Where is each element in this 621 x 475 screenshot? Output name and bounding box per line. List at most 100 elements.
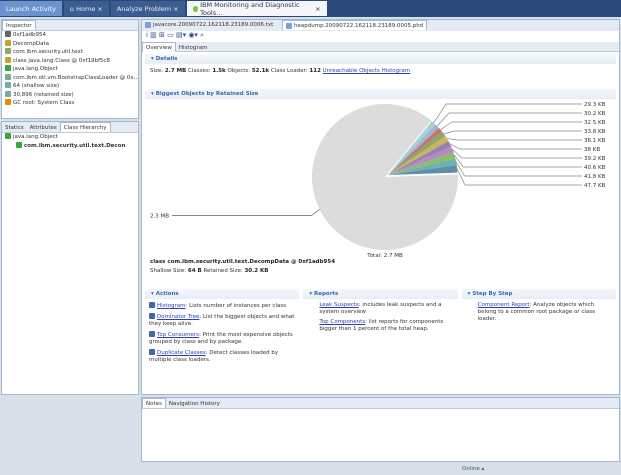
top-components-link[interactable]: Top Components	[319, 319, 365, 325]
tab-javacore[interactable]: javacore.20090722.162118.23189.0006.txt	[142, 20, 282, 30]
leader-line	[446, 138, 582, 141]
selected-object: class com.ibm.security.util.text.DecompD…	[150, 259, 336, 265]
actions-section: ▾ Actions Histogram: Lists number of inst…	[145, 289, 300, 370]
component-report-link[interactable]: Component Report	[478, 302, 530, 308]
link-item: Component Report: Analyze objects which …	[477, 302, 596, 322]
details-section-header[interactable]: ▾ Details	[145, 54, 616, 64]
dominator-tree-link[interactable]: Dominator Tree	[157, 314, 199, 320]
slice-label: 33.8 KB	[584, 129, 606, 135]
class-hierarchy-panel: Statics Attributes Class Hierarchy java.la…	[1, 121, 139, 395]
inspector-item[interactable]: 30,896 (retained size)	[2, 90, 138, 100]
tab-inspector[interactable]: Inspector	[2, 20, 36, 30]
step-header[interactable]: ▾ Step By Step	[461, 289, 616, 299]
inspector-item[interactable]: com.ibm.security.util.text	[2, 48, 138, 57]
toolbar: i ▥ ⊞ ▭ ▤▾ ◉▾ ⌕	[142, 31, 619, 42]
tab-navigation-history[interactable]: Navigation History	[166, 399, 223, 409]
top-consumers-link[interactable]: Top Consumers	[157, 332, 199, 338]
inspector-item[interactable]: 64 (shallow size)	[2, 82, 138, 91]
query-icon[interactable]: ◉▾	[188, 31, 200, 39]
leader-line	[172, 209, 320, 216]
report-icon[interactable]: ▤▾	[176, 31, 188, 39]
inspector-item[interactable]: class java.lang.Class @ 0xf19bf5c8	[2, 56, 138, 66]
inspector-panel: Inspector 0xf1adb954 DecompData com.ibm.se…	[1, 19, 139, 119]
slice-label: 40.6 KB	[584, 165, 606, 171]
unreachable-histogram-link[interactable]: Unreachable Objects Histogram	[323, 68, 411, 74]
action-icon	[149, 349, 155, 355]
sql-icon[interactable]: ▭	[167, 31, 176, 39]
item-icon	[5, 31, 11, 37]
histogram-link[interactable]: Histogram	[157, 303, 186, 309]
inspector-item[interactable]: 0xf1adb954	[2, 31, 138, 40]
item-icon	[5, 82, 11, 88]
class-icon	[5, 133, 11, 139]
action-icon	[149, 313, 155, 319]
action-icon	[149, 331, 155, 337]
link-item: Leak Suspects: includes leak suspects an…	[319, 302, 442, 315]
notes-panel: Notes Navigation History	[141, 397, 620, 462]
pie-chart[interactable]: 2.3 MB 47.7 KB 41.8 KB 40.6 KB 39.2 KB 38 KB 3…	[142, 99, 619, 259]
leader-line	[443, 130, 582, 135]
biggest-objects-section-header[interactable]: ▾ Biggest Objects by Retained Size	[145, 89, 616, 99]
action-icon	[149, 302, 155, 308]
tab-ibm-tools[interactable]: IBM Monitoring and Diagnostic Tools... ×	[186, 1, 327, 17]
leader-line	[440, 121, 582, 130]
pie-chart-container: 2.3 MB 47.7 KB 41.8 KB 40.6 KB 39.2 KB 38 KB 3…	[142, 99, 619, 259]
search-icon[interactable]: ⌕	[200, 31, 204, 39]
leader-line	[436, 112, 582, 127]
slice-label: 29.3 KB	[584, 102, 606, 108]
dominator-icon[interactable]: ⊞	[159, 31, 167, 39]
inspector-item[interactable]: GC root: System Class	[2, 99, 138, 108]
slice-label: 30.2 KB	[584, 111, 606, 117]
leader-line	[452, 149, 582, 159]
item-icon	[5, 65, 11, 71]
tab-statics[interactable]: Statics	[2, 123, 27, 133]
inspector-list: 0xf1adb954 DecompData com.ibm.security.uti…	[2, 31, 138, 108]
tab-notes[interactable]: Notes	[142, 398, 166, 408]
database-icon	[286, 22, 292, 29]
tab-attributes[interactable]: Attributes	[27, 123, 60, 133]
pie-total: Total: 2.7 MB	[367, 253, 403, 259]
class-icon	[16, 141, 22, 148]
actions-header[interactable]: ▾ Actions	[145, 289, 300, 299]
histogram-icon[interactable]: ▥	[150, 31, 159, 39]
inspector-item[interactable]: DecompData	[2, 39, 138, 49]
slice-label: 47.7 KB	[584, 183, 606, 189]
tab-analyze-problem[interactable]: Analyze Problem ×	[110, 1, 185, 16]
inspector-item[interactable]: java.lang.Object	[2, 65, 138, 74]
leak-suspects-link[interactable]: Leak Suspects	[319, 302, 358, 308]
item-icon	[5, 48, 11, 54]
item-icon	[5, 73, 11, 80]
inspector-item[interactable]: com.ibm.oti.vm.BootstrapClassLoader @ 0x…	[2, 73, 138, 83]
slice-label: 36.1 KB	[584, 138, 606, 144]
launch-activity-button[interactable]: Launch Activity	[0, 1, 62, 16]
item-icon	[5, 90, 11, 97]
slice-label: 2.3 MB	[150, 213, 169, 219]
leader-line	[454, 155, 582, 168]
leader-line	[455, 161, 582, 177]
tab-home[interactable]: ⌂ Home ×	[63, 1, 109, 16]
item-icon	[5, 99, 11, 105]
tab-overview[interactable]: Overview	[142, 42, 176, 52]
tab-histogram[interactable]: Histogram	[176, 43, 211, 53]
link-item: Histogram: Lists number of instances per…	[149, 302, 295, 310]
status-online[interactable]: Online ▴	[462, 466, 484, 472]
selected-object-sizes: Shallow Size: 64 B Retained Size: 30.2 K…	[150, 268, 269, 274]
duplicate-classes-link[interactable]: Duplicate Classes	[157, 350, 206, 356]
notes-input[interactable]	[142, 409, 619, 460]
item-icon	[5, 56, 11, 63]
editor-area: javacore.20090722.162118.23189.0006.txt …	[141, 19, 620, 395]
tool-icon	[192, 5, 199, 12]
leader-line	[433, 103, 582, 123]
reports-header[interactable]: ▾ Reports	[303, 289, 458, 299]
file-icon	[145, 22, 151, 28]
link-item: Dominator Tree: List the biggest objects…	[149, 313, 295, 327]
slice-label: 39.2 KB	[584, 156, 606, 162]
top-bar: Launch Activity ⌂ Home × Analyze Problem…	[0, 0, 621, 17]
link-item: Top Consumers: Print the most expensive …	[149, 331, 293, 345]
tab-class-hierarchy[interactable]: Class Hierarchy	[59, 122, 111, 132]
tab-heapdump[interactable]: heapdump.20090722.162118.23189.0005.phd	[282, 20, 428, 30]
link-item: Top Components: list reports for compone…	[319, 319, 444, 332]
tree-item[interactable]: java.lang.Object	[2, 133, 138, 142]
tree-item[interactable]: com.ibm.security.util.text.Decon	[2, 141, 138, 151]
leader-line	[456, 168, 582, 186]
